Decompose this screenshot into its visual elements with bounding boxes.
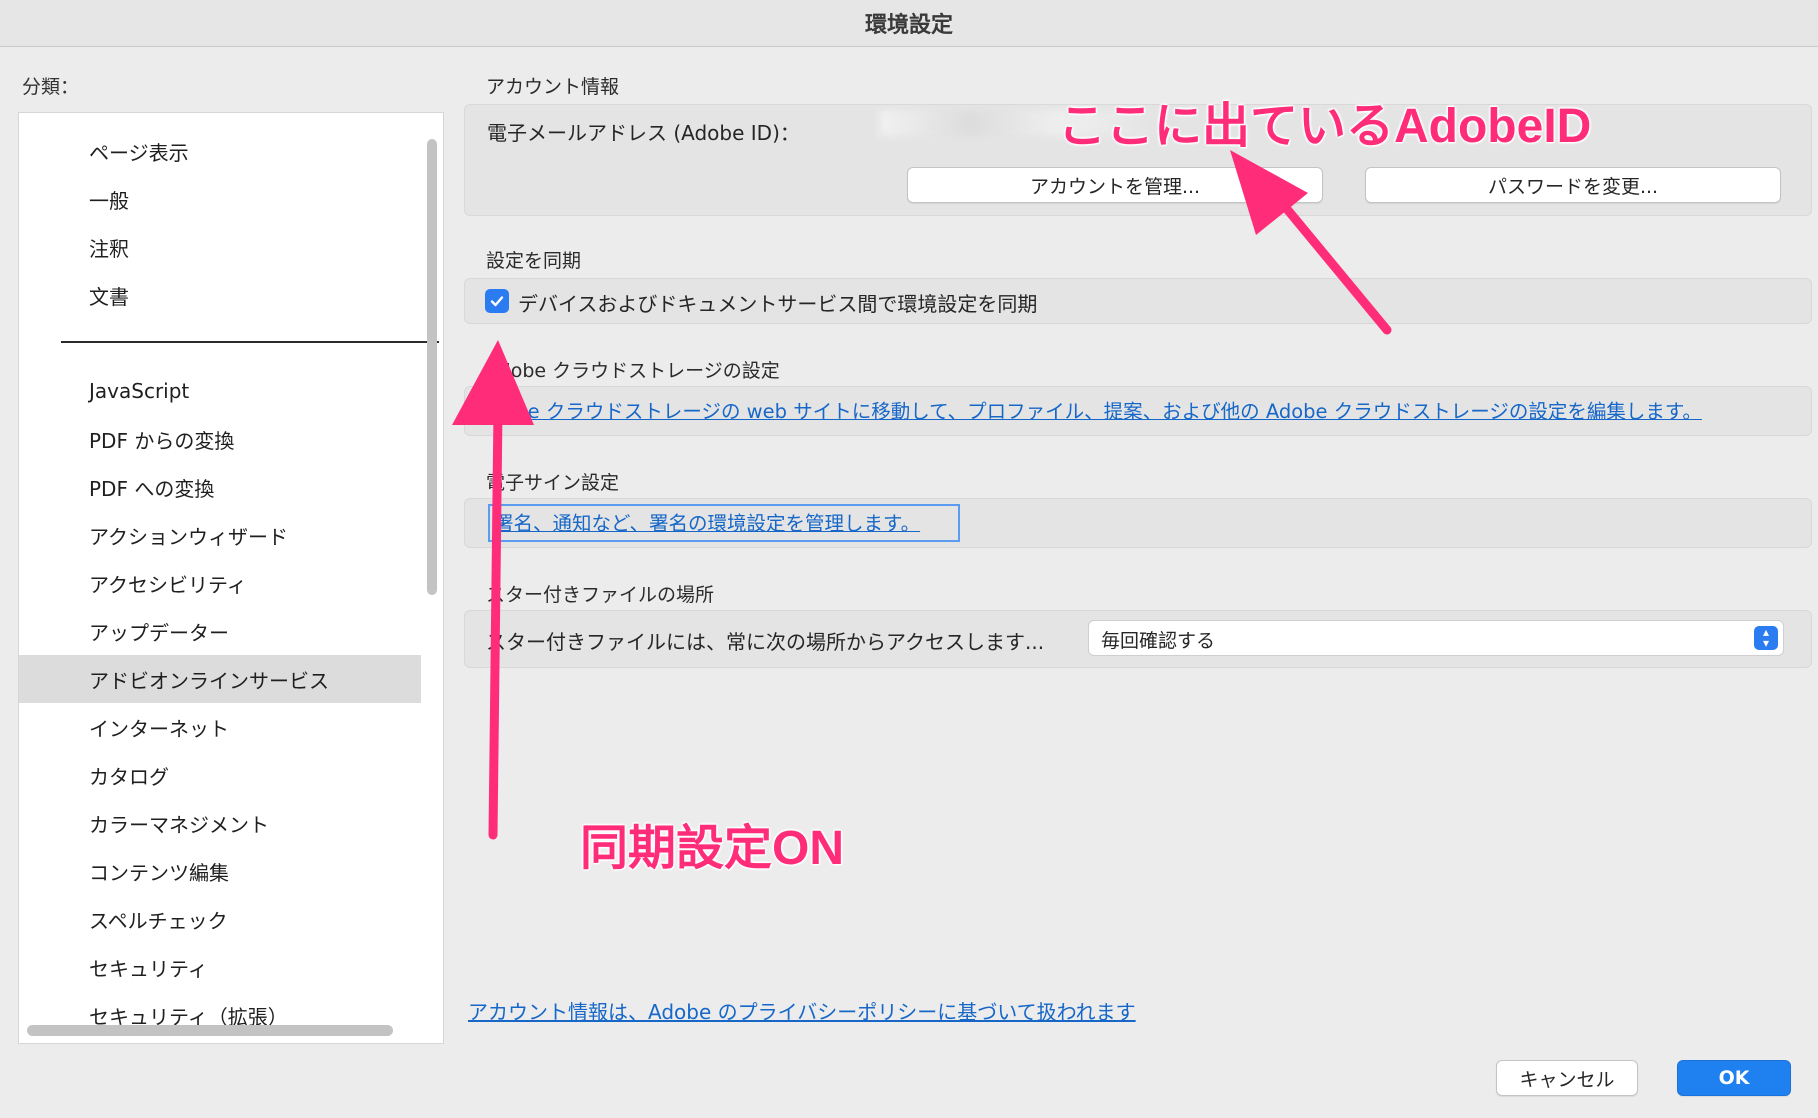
arrow-to-sync-checkbox: [452, 340, 534, 840]
annotation-adobe-id: ここに出ているAdobeID: [1058, 100, 1592, 153]
annotation-arrows: [452, 150, 1392, 840]
arrow-to-adobe-id: [1230, 150, 1392, 335]
annotation-sync-on: 同期設定ON: [580, 822, 845, 875]
